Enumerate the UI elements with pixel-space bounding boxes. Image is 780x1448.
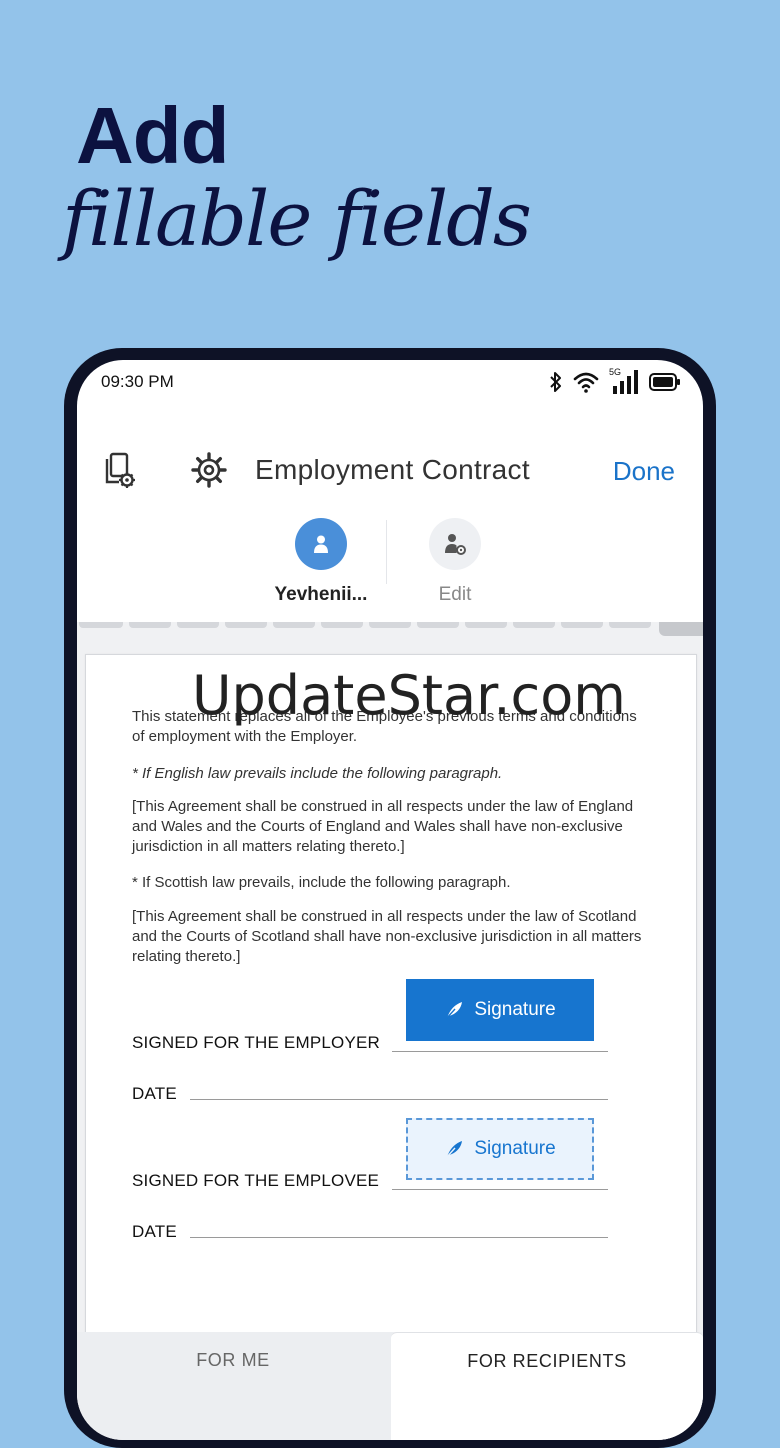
- date-label: DATE: [132, 1084, 177, 1103]
- employer-label: SIGNED FOR THE EMPLOYER: [132, 1033, 380, 1052]
- bluetooth-icon: [550, 372, 561, 392]
- recipient-selector: Yevhenii... Edit: [77, 518, 703, 618]
- status-bar: 09:30 PM 5G: [77, 360, 703, 404]
- feather-icon: [445, 1002, 463, 1020]
- paragraph: [This Agreement shall be construed in al…: [132, 908, 642, 965]
- wifi-icon: [573, 372, 599, 393]
- paragraph: * If Scottish law prevails, include the …: [132, 874, 511, 891]
- edit-recipients-avatar: [429, 518, 481, 570]
- tab-label: FOR RECIPIENTS: [467, 1351, 627, 1371]
- recipient-name: Edit: [438, 584, 472, 605]
- person-settings-icon: [445, 534, 466, 555]
- recipient-divider: [386, 520, 387, 584]
- status-icons: 5G: [549, 367, 681, 394]
- date-line: [190, 1099, 608, 1100]
- employee-signature-line: [392, 1189, 608, 1190]
- status-time: 09:30 PM: [101, 372, 174, 391]
- done-button[interactable]: Done: [613, 456, 675, 487]
- document-area[interactable]: This statement replaces all of the Emplo…: [77, 622, 703, 1356]
- battery-icon: [649, 373, 680, 391]
- date-label: DATE: [132, 1222, 177, 1241]
- paragraph: [This Agreement shall be construed in al…: [132, 798, 634, 855]
- signature-field-employer[interactable]: Signature: [406, 979, 594, 1041]
- headline-line2: fillable fields: [62, 174, 532, 263]
- feather-icon: [445, 1141, 463, 1159]
- date-line: [190, 1237, 608, 1238]
- avatar: [295, 518, 347, 570]
- tab-for-recipients[interactable]: FOR RECIPIENTS: [391, 1332, 703, 1440]
- watermark: UpdateStar.com: [192, 664, 626, 727]
- paragraph: * If English law prevails include the fo…: [132, 765, 503, 782]
- headline-line1: Add: [76, 91, 230, 180]
- signature-field-label: Signature: [474, 999, 556, 1020]
- tab-for-me[interactable]: FOR ME: [77, 1332, 389, 1440]
- document-settings-icon[interactable]: [103, 452, 139, 490]
- cell-signal-icon: 5G: [609, 367, 639, 394]
- recipient-item-active[interactable]: Yevhenii...: [251, 518, 391, 606]
- phone-screen: 09:30 PM 5G Employment Contract Done Yev…: [77, 360, 703, 1440]
- employee-label: SIGNED FOR THE EMPLOVEE: [132, 1171, 380, 1190]
- headline: Add fillable fields: [62, 91, 532, 263]
- top-bar: Employment Contract Done: [77, 438, 703, 502]
- tab-label: FOR ME: [196, 1350, 270, 1370]
- page-title: Employment Contract: [255, 454, 530, 485]
- gear-icon[interactable]: [191, 452, 227, 488]
- document-page: This statement replaces all of the Emplo…: [85, 654, 697, 1356]
- phone-frame: 09:30 PM 5G Employment Contract Done Yev…: [64, 348, 716, 1448]
- page-ruler: [77, 622, 703, 636]
- bottom-tabs: FOR ME FOR RECIPIENTS: [77, 1332, 703, 1440]
- employer-signature-line: [392, 1051, 608, 1052]
- person-icon: [314, 535, 328, 553]
- recipient-name: Yevhenii...: [274, 584, 368, 605]
- signature-field-label: Signature: [474, 1138, 556, 1159]
- signature-field-employee[interactable]: Signature: [406, 1118, 594, 1180]
- recipient-item-edit[interactable]: Edit: [385, 518, 525, 606]
